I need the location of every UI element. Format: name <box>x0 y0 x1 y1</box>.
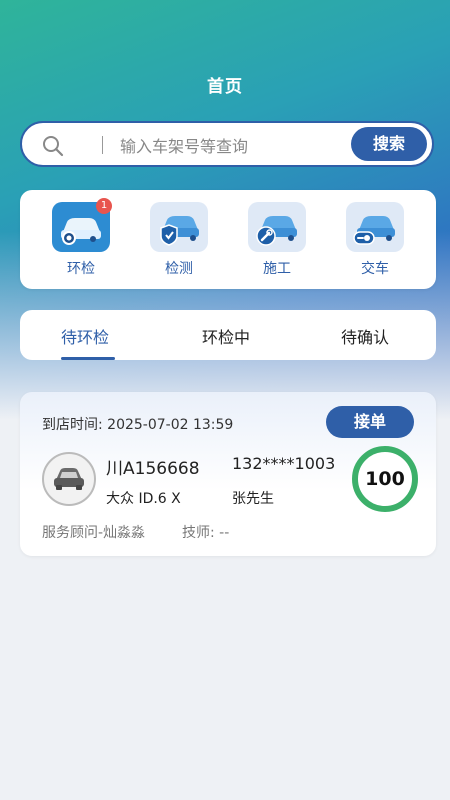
status-tabs: 待环检 环检中 待确认 <box>20 310 436 360</box>
accept-order-button[interactable]: 接单 <box>326 406 414 438</box>
search-bar: 搜索 <box>20 121 434 167</box>
car-inspection-icon: 1 <box>52 198 112 252</box>
car-shield-icon <box>150 202 208 252</box>
notification-badge: 1 <box>96 198 112 214</box>
quick-action-label: 交车 <box>361 261 389 277</box>
quick-actions-panel: 1 环检 检测 施工 交车 <box>20 190 436 289</box>
technician: 技师: -- <box>182 525 230 541</box>
car-icon <box>54 468 84 490</box>
quick-action-label: 环检 <box>67 261 95 277</box>
quick-action-inspection[interactable]: 1 环检 <box>41 198 121 278</box>
order-card[interactable]: 到店时间: 2025-07-02 13:59 接单 川A156668 132**… <box>20 392 436 556</box>
tab-pending-inspection[interactable]: 待环检 <box>61 324 109 348</box>
search-input[interactable] <box>118 131 362 161</box>
quick-action-label: 施工 <box>263 261 291 277</box>
search-separator <box>102 136 103 154</box>
page-title: 首页 <box>207 77 243 97</box>
car-wrench-icon <box>248 202 306 252</box>
search-button[interactable]: 搜索 <box>351 127 427 161</box>
customer-name: 张先生 <box>232 491 274 507</box>
quick-action-construction[interactable]: 施工 <box>237 202 317 278</box>
search-icon <box>43 136 64 157</box>
customer-phone: 132****1003 <box>232 454 336 473</box>
service-advisor: 服务顾问-灿淼淼 <box>42 525 146 541</box>
quick-action-handover[interactable]: 交车 <box>335 202 415 278</box>
arrival-time: 到店时间: 2025-07-02 13:59 <box>42 417 234 433</box>
car-handover-icon <box>346 202 404 252</box>
license-plate: 川A156668 <box>106 459 200 479</box>
car-avatar <box>42 452 96 506</box>
quick-action-label: 检测 <box>165 261 193 277</box>
health-score-badge: 100 <box>352 446 418 512</box>
quick-action-detection[interactable]: 检测 <box>139 202 219 278</box>
tab-inspecting[interactable]: 环检中 <box>202 324 250 348</box>
car-model: 大众 ID.6 X <box>106 491 181 507</box>
active-tab-indicator <box>61 357 115 360</box>
tab-pending-confirmation[interactable]: 待确认 <box>341 324 389 348</box>
